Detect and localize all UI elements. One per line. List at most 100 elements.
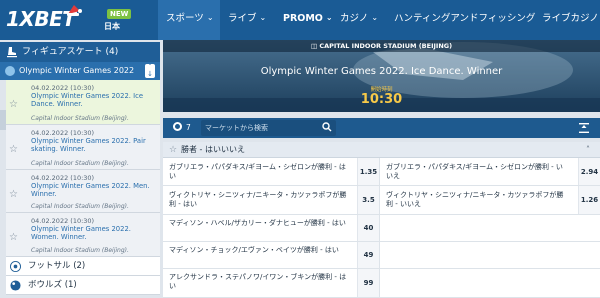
odds-value[interactable]: 49 bbox=[357, 242, 379, 268]
selection-name: ガブリエラ・パパダキス/ギヨーム・シゼロンが勝利 - はい bbox=[169, 163, 346, 180]
sidebar-league-olympics[interactable]: Olympic Winter Games 2022 ˄ ↓ bbox=[0, 62, 160, 80]
odds-cell[interactable]: ヴィクトリヤ・シニツィナ/ニキータ・カツァラポフが勝利 - はい 3.5 bbox=[163, 186, 380, 214]
nav-promo[interactable]: PROMO ⌄ bbox=[283, 0, 333, 40]
match-item[interactable]: ☆ 04.02.2022 (10:30) Olympic Winter Game… bbox=[6, 125, 160, 170]
search-icon[interactable] bbox=[322, 122, 332, 132]
match-item[interactable]: ☆ 04.02.2022 (10:30) Olympic Winter Game… bbox=[6, 80, 160, 125]
sidebar-sport-bowls[interactable]: ボウルズ (1) bbox=[6, 276, 160, 295]
match-date: 04.02.2022 (10:30) bbox=[31, 84, 95, 92]
odds-value[interactable]: 2.94 bbox=[578, 158, 600, 185]
odds-value[interactable]: 99 bbox=[357, 269, 379, 297]
expand-collapse-icon[interactable] bbox=[578, 122, 590, 134]
match-title: Olympic Winter Games 2022. Men. Winner. bbox=[31, 182, 150, 198]
odds-row: ヴィクトリヤ・シニツィナ/ニキータ・カツァラポフが勝利 - はい 3.5 ヴィク… bbox=[163, 186, 600, 215]
odds-value[interactable]: 1.26 bbox=[578, 186, 600, 214]
stadium-name: CAPITAL INDOOR STADIUM (BEIJING) bbox=[319, 42, 453, 50]
star-icon[interactable]: ☆ bbox=[169, 142, 177, 158]
market-search[interactable] bbox=[201, 120, 336, 136]
match-date: 04.02.2022 (10:30) bbox=[31, 129, 95, 137]
match-title: Olympic Winter Games 2022. Women. Winner… bbox=[31, 225, 131, 241]
chevron-down-icon: ⌄ bbox=[259, 13, 267, 22]
futsal-ball-icon bbox=[10, 261, 21, 272]
stadium-icon: ◫ bbox=[310, 42, 318, 50]
nav-live-label: ライブ bbox=[228, 13, 257, 24]
odds-table: ガブリエラ・パパダキス/ギヨーム・シゼロンが勝利 - はい 1.35 ガブリエラ… bbox=[163, 158, 600, 298]
match-date: 04.02.2022 (10:30) bbox=[31, 217, 95, 225]
sidebar-sport-figure-skating[interactable]: フィギュアスケート (4) bbox=[0, 42, 160, 62]
selection-name: ヴィクトリヤ・シニツィナ/ニキータ・カツァラポフが勝利 - はい bbox=[169, 191, 347, 208]
match-title: Olympic Winter Games 2022. Ice Dance. Wi… bbox=[31, 92, 144, 108]
logo[interactable]: 1XBET bbox=[6, 5, 86, 33]
nav-casino[interactable]: カジノ ⌄ bbox=[340, 0, 378, 40]
nav-live-casino-label: ライブカジノ bbox=[542, 13, 599, 24]
market-search-input[interactable] bbox=[205, 122, 315, 134]
market-count-value: 7 bbox=[186, 123, 191, 132]
bowls-ball-icon bbox=[10, 280, 21, 291]
star-icon[interactable]: ☆ bbox=[9, 232, 18, 243]
match-item[interactable]: ☆ 04.02.2022 (10:30) Olympic Winter Game… bbox=[6, 170, 160, 213]
selection-name: アレクサンドラ・ステパノワ/イワン・ブキンが勝利 - はい bbox=[169, 273, 347, 290]
odds-value[interactable]: 3.5 bbox=[357, 186, 379, 214]
markets-icon bbox=[173, 122, 182, 131]
sidebar-sport-label: フィギュアスケート (4) bbox=[22, 47, 119, 57]
odds-cell[interactable]: アレクサンドラ・ステパノワ/イワン・ブキンが勝利 - はい 99 bbox=[163, 269, 380, 297]
nav-live-casino[interactable]: ライブカジノ⌄ bbox=[542, 0, 600, 40]
sidebar-sport-futsal[interactable]: フットサル (2) bbox=[6, 257, 160, 276]
odds-row: マディソン・ハベル/ザカリー・ダナヒューが勝利 - はい 40 bbox=[163, 215, 600, 242]
odds-cell[interactable]: ガブリエラ・パパダキス/ギヨーム・シゼロンが勝利 - はい 1.35 bbox=[163, 158, 380, 185]
odds-cell[interactable]: マディソン・ハベル/ザカリー・ダナヒューが勝利 - はい 40 bbox=[163, 215, 380, 241]
sidebar-category-label: フットサル (2) bbox=[28, 261, 86, 271]
odds-cell[interactable]: ヴィクトリヤ・シニツィナ/ニキータ・カツァラポフが勝利 - いいえ 1.26 bbox=[380, 186, 600, 214]
selection-name: マディソン・ハベル/ザカリー・ダナヒューが勝利 - はい bbox=[169, 219, 346, 227]
santa-hat-icon bbox=[67, 5, 82, 16]
nav-sports-label: スポーツ bbox=[166, 13, 204, 24]
odds-row: アレクサンドラ・ステパノワ/イワン・ブキンが勝利 - はい 99 bbox=[163, 269, 600, 298]
nav-casino-label: カジノ bbox=[340, 13, 369, 24]
nav-live[interactable]: ライブ ⌄ bbox=[228, 0, 266, 40]
match-venue: Capital Indoor Stadium (Beijing). bbox=[31, 160, 129, 167]
sidebar-category-label: ボウルズ (1) bbox=[28, 280, 77, 290]
star-icon[interactable]: ☆ bbox=[9, 144, 18, 155]
selection-name: ガブリエラ・パパダキス/ギヨーム・シゼロンが勝利 - いいえ bbox=[386, 163, 563, 180]
selection-name: ヴィクトリヤ・シニツィナ/ニキータ・カツァラポフが勝利 - いいえ bbox=[386, 191, 564, 208]
sidebar: フィギュアスケート (4) Olympic Winter Games 2022 … bbox=[0, 40, 160, 298]
nav-promo-label: PROMO bbox=[283, 13, 323, 24]
selection-name: マディソン・チョック/エヴァン・ベイツが勝利 - はい bbox=[169, 246, 339, 254]
start-time: 10:30 bbox=[360, 92, 403, 107]
match-venue: Capital Indoor Stadium (Beijing). bbox=[31, 247, 129, 254]
language-selector[interactable]: 日本 bbox=[104, 21, 120, 32]
top-header: 1XBET NEW 日本 スポーツ ⌄ ライブ ⌄ PROMO ⌄ カジノ ⌄ ハンティ… bbox=[0, 0, 600, 40]
match-item[interactable]: ☆ 04.02.2022 (10:30) Olympic Winter Game… bbox=[6, 213, 160, 257]
chevron-down-icon: ⌄ bbox=[325, 13, 333, 22]
event-title: Olympic Winter Games 2022. Ice Dance. Wi… bbox=[260, 66, 503, 77]
odds-value[interactable]: 1.35 bbox=[357, 158, 379, 185]
collapse-icon[interactable]: ˄ ↓ bbox=[145, 64, 155, 78]
logo-text: 1XBET bbox=[6, 7, 76, 31]
market-group-header[interactable]: ☆ 勝者 - はいいいえ ˄ bbox=[163, 142, 600, 158]
chevron-up-icon[interactable]: ˄ bbox=[586, 142, 590, 158]
odds-cell[interactable]: ガブリエラ・パパダキス/ギヨーム・シゼロンが勝利 - いいえ 2.94 bbox=[380, 158, 600, 185]
nav-hunting-fishing[interactable]: ハンティングアンドフィッシング bbox=[394, 0, 535, 40]
chevron-down-icon: ⌄ bbox=[371, 13, 379, 22]
market-toolbar: 7 bbox=[163, 118, 600, 138]
globe-icon bbox=[5, 66, 15, 76]
sidebar-league-label: Olympic Winter Games 2022 bbox=[19, 66, 135, 75]
nav-hunting-fishing-label: ハンティングアンドフィッシング bbox=[394, 13, 536, 24]
chevron-down-icon: ⌄ bbox=[206, 13, 214, 22]
match-title: Olympic Winter Games 2022. Pair skating.… bbox=[31, 137, 146, 153]
stadium-bar: ◫ CAPITAL INDOOR STADIUM (BEIJING) bbox=[163, 40, 600, 52]
odds-row: マディソン・チョック/エヴァン・ベイツが勝利 - はい 49 bbox=[163, 242, 600, 269]
event-banner: ◫ CAPITAL INDOOR STADIUM (BEIJING) Olymp… bbox=[163, 40, 600, 112]
nav-sports[interactable]: スポーツ ⌄ bbox=[158, 0, 220, 40]
market-count[interactable]: 7 bbox=[173, 122, 191, 134]
odds-cell[interactable]: マディソン・チョック/エヴァン・ベイツが勝利 - はい 49 bbox=[163, 242, 380, 268]
match-venue: Capital Indoor Stadium (Beijing). bbox=[31, 203, 129, 210]
match-date: 04.02.2022 (10:30) bbox=[31, 174, 95, 182]
star-icon[interactable]: ☆ bbox=[9, 99, 18, 110]
odds-row: ガブリエラ・パパダキス/ギヨーム・シゼロンが勝利 - はい 1.35 ガブリエラ… bbox=[163, 158, 600, 186]
star-icon[interactable]: ☆ bbox=[9, 189, 18, 200]
skate-icon bbox=[7, 47, 17, 58]
market-group-label: 勝者 - はいいいえ bbox=[181, 145, 245, 154]
odds-value[interactable]: 40 bbox=[357, 215, 379, 241]
match-venue: Capital Indoor Stadium (Beijing). bbox=[31, 115, 129, 122]
